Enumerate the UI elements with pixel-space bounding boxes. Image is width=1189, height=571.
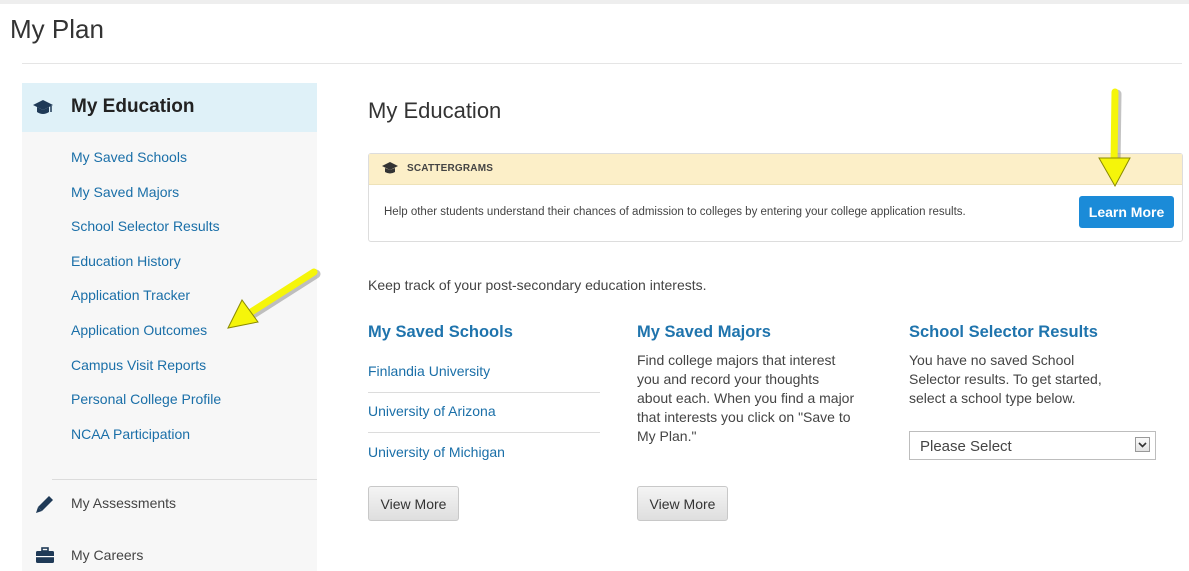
top-border bbox=[0, 0, 1189, 4]
sidebar-link-personal-college-profile[interactable]: Personal College Profile bbox=[71, 391, 221, 426]
sidebar-link-my-saved-majors[interactable]: My Saved Majors bbox=[71, 184, 221, 219]
saved-school-link[interactable]: University of Arizona bbox=[368, 403, 496, 419]
sidebar-link-school-selector-results[interactable]: School Selector Results bbox=[71, 218, 221, 253]
scattergrams-header: SCATTERGRAMS bbox=[369, 154, 1182, 185]
list-divider bbox=[368, 392, 600, 393]
saved-school-link[interactable]: Finlandia University bbox=[368, 363, 490, 379]
text-line: that interests you click on "Save to bbox=[637, 409, 851, 425]
sidebar-item-my-careers[interactable]: My Careers bbox=[22, 544, 317, 568]
sidebar-item-my-assessments[interactable]: My Assessments bbox=[22, 492, 317, 516]
saved-majors-view-more-button[interactable]: View More bbox=[637, 486, 728, 521]
intro-text: Keep track of your post-secondary educat… bbox=[368, 277, 707, 293]
text-line: Find college majors that interest bbox=[637, 352, 836, 368]
sidebar-header-my-education[interactable]: My Education bbox=[22, 83, 317, 132]
scattergrams-heading: SCATTERGRAMS bbox=[407, 163, 494, 174]
school-selector-description: You have no saved School Selector result… bbox=[909, 351, 1102, 408]
saved-majors-description: Find college majors that interest you an… bbox=[637, 351, 854, 446]
text-line: My Plan." bbox=[637, 428, 697, 444]
chevron-down-icon bbox=[1138, 442, 1147, 448]
annotation-arrow-down-icon bbox=[1098, 88, 1131, 188]
select-value: Please Select bbox=[920, 438, 1012, 455]
briefcase-icon bbox=[36, 547, 54, 563]
school-type-select[interactable]: Please Select bbox=[909, 431, 1156, 460]
text-line: Selector results. To get started, bbox=[909, 371, 1102, 387]
sidebar-link-application-tracker[interactable]: Application Tracker bbox=[71, 287, 221, 322]
annotation-arrow-diagonal-icon bbox=[227, 268, 321, 329]
saved-majors-heading[interactable]: My Saved Majors bbox=[637, 323, 771, 342]
list-divider bbox=[368, 432, 600, 433]
text-line: about each. When you find a major bbox=[637, 390, 855, 406]
sidebar-link-my-saved-schools[interactable]: My Saved Schools bbox=[71, 149, 221, 184]
pencil-icon bbox=[36, 496, 53, 513]
text-line: select a school type below. bbox=[909, 390, 1076, 406]
sidebar-link-campus-visit-reports[interactable]: Campus Visit Reports bbox=[71, 357, 221, 392]
graduation-cap-icon bbox=[33, 100, 53, 114]
graduation-cap-icon bbox=[382, 162, 398, 174]
learn-more-button[interactable]: Learn More bbox=[1079, 196, 1174, 228]
sidebar-links: My Saved Schools My Saved Majors School … bbox=[71, 149, 221, 460]
sidebar-item-label: My Assessments bbox=[71, 495, 177, 511]
page-title: My Plan bbox=[10, 14, 104, 44]
sidebar-divider bbox=[52, 479, 317, 480]
sidebar-link-application-outcomes[interactable]: Application Outcomes bbox=[71, 322, 221, 357]
school-selector-heading[interactable]: School Selector Results bbox=[909, 323, 1098, 342]
saved-school-link[interactable]: University of Michigan bbox=[368, 444, 505, 460]
sidebar-link-ncaa-participation[interactable]: NCAA Participation bbox=[71, 426, 221, 461]
text-line: You have no saved School bbox=[909, 352, 1075, 368]
select-dropdown-button[interactable] bbox=[1135, 437, 1150, 452]
scattergrams-panel: SCATTERGRAMS Help other students underst… bbox=[368, 153, 1183, 242]
scattergrams-text: Help other students understand their cha… bbox=[384, 206, 966, 218]
saved-schools-heading[interactable]: My Saved Schools bbox=[368, 323, 513, 342]
text-line: you and record your thoughts bbox=[637, 371, 820, 387]
sidebar-link-education-history[interactable]: Education History bbox=[71, 253, 221, 288]
sidebar-header-label: My Education bbox=[71, 96, 195, 117]
saved-schools-view-more-button[interactable]: View More bbox=[368, 486, 459, 521]
title-divider bbox=[22, 63, 1182, 64]
section-title: My Education bbox=[368, 98, 502, 123]
sidebar-item-label: My Careers bbox=[71, 547, 144, 563]
